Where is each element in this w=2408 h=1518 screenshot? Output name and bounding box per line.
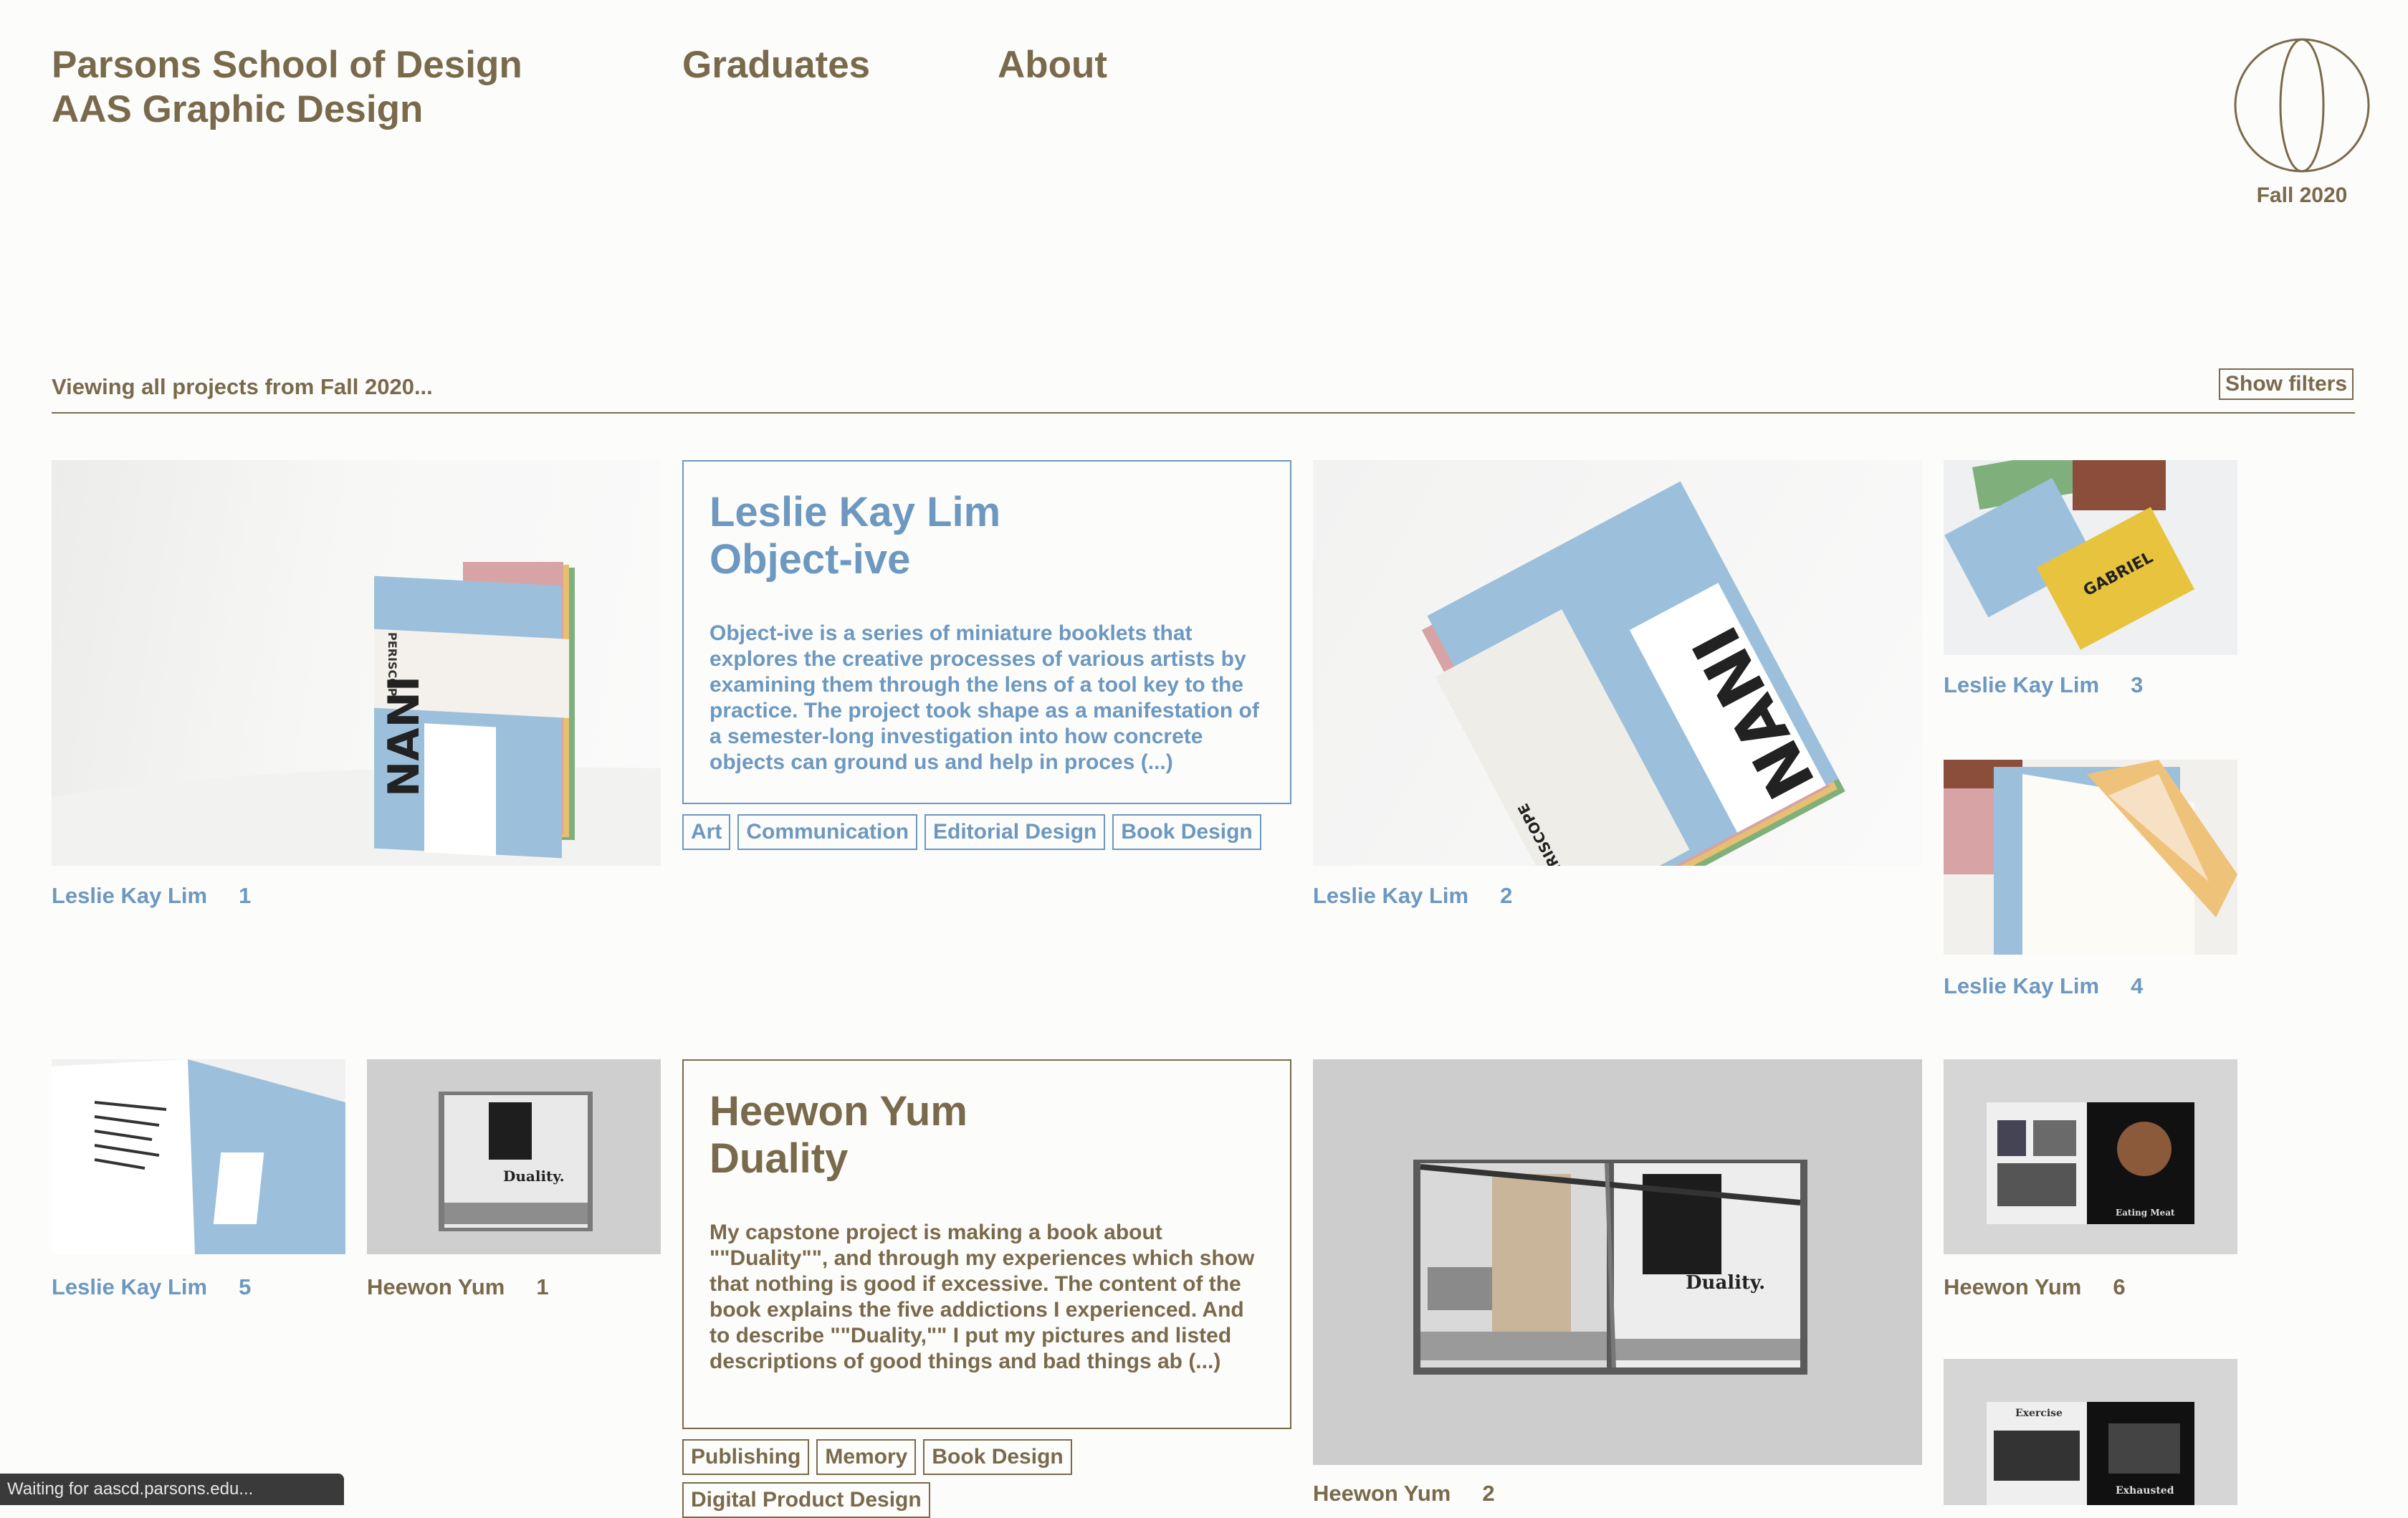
booklet-image: GABRIEL	[1944, 460, 2194, 650]
image-eating-meat-text: Eating Meat	[2116, 1208, 2175, 1218]
booklet-image: PERISCOPE NANI	[52, 562, 661, 866]
thumb-student: Leslie Kay Lim	[1944, 672, 2100, 697]
tag[interactable]: Digital Product Design	[682, 1482, 930, 1518]
project-description: Object-ive is a series of miniature book…	[710, 621, 1259, 774]
book-spread-image: Eating Meat	[1987, 1102, 2194, 1224]
image-exhausted-text: Exhausted	[2116, 1485, 2174, 1496]
tag-list: Publishing Memory Book Design Digital Pr…	[682, 1439, 1299, 1518]
thumb-number: 1	[239, 883, 252, 908]
nav-about[interactable]: About	[998, 43, 1107, 87]
thumb-number: 6	[2113, 1274, 2126, 1299]
tag[interactable]: Memory	[816, 1439, 917, 1475]
thumb-number: 2	[1500, 883, 1513, 908]
browser-status-bar: Waiting for aascd.parsons.edu...	[0, 1474, 344, 1505]
image-duality-text: Duality.	[503, 1168, 565, 1185]
booklet-image: PERISCOPE NANI	[1421, 481, 1845, 866]
thumb-student: Leslie Kay Lim	[52, 1274, 208, 1299]
project-card[interactable]: Leslie Kay Lim Object-ive Object-ive is …	[682, 460, 1291, 804]
thumb-caption[interactable]: Heewon Yum 2	[1313, 1481, 1495, 1507]
site-title[interactable]: Parsons School of Design AAS Graphic Des…	[52, 43, 522, 132]
nav-graduates[interactable]: Graduates	[682, 43, 870, 87]
booklet-image	[52, 1059, 345, 1254]
thumb-student: Heewon Yum	[1944, 1274, 2082, 1299]
thumb-number: 5	[239, 1274, 252, 1299]
project-thumb[interactable]: Exercise Exhausted	[1944, 1359, 2237, 1505]
thumb-caption[interactable]: Leslie Kay Lim 1	[52, 883, 251, 909]
project-thumb[interactable]: PERISCOPE NANI	[1313, 460, 1922, 866]
project-title: Object-ive	[710, 536, 911, 583]
project-thumb[interactable]: Duality.	[1313, 1059, 1922, 1465]
thumb-number: 1	[536, 1274, 549, 1299]
tag[interactable]: Communication	[737, 814, 918, 850]
tag[interactable]: Book Design	[1112, 814, 1261, 850]
book-image: Duality.	[439, 1092, 593, 1231]
semester-label: Fall 2020	[2256, 183, 2348, 207]
thumb-student: Leslie Kay Lim	[1313, 883, 1469, 908]
project-thumb[interactable]: GABRIEL	[1944, 460, 2237, 655]
viewing-label: Viewing all projects from Fall 2020...	[52, 374, 433, 399]
project-thumb[interactable]	[52, 1059, 345, 1254]
book-spread-image: Duality.	[1413, 1160, 1807, 1375]
project-thumb[interactable]: Duality.	[367, 1059, 661, 1254]
project-thumb[interactable]	[1944, 760, 2237, 955]
site-title-line2: AAS Graphic Design	[52, 88, 424, 130]
project-student: Heewon Yum	[710, 1088, 968, 1135]
tag-list: Art Communication Editorial Design Book …	[682, 814, 1299, 850]
project-thumb[interactable]: Eating Meat	[1944, 1059, 2237, 1254]
thumb-number: 3	[2131, 672, 2144, 697]
tag[interactable]: Book Design	[923, 1439, 1072, 1475]
divider	[52, 412, 2355, 414]
booklet-image	[1944, 760, 2237, 955]
thumb-student: Leslie Kay Lim	[52, 883, 208, 908]
thumb-number: 2	[1482, 1481, 1495, 1506]
thumb-student: Heewon Yum	[1313, 1481, 1451, 1506]
tag[interactable]: Art	[682, 814, 731, 850]
image-exercise-text: Exercise	[2015, 1408, 2063, 1419]
image-duality-text: Duality.	[1686, 1272, 1765, 1294]
thumb-student: Leslie Kay Lim	[1944, 973, 2100, 998]
project-student: Leslie Kay Lim	[710, 489, 1001, 535]
thumb-caption[interactable]: Leslie Kay Lim 5	[52, 1274, 251, 1300]
project-thumb[interactable]: PERISCOPE NANI	[52, 460, 661, 866]
tag[interactable]: Editorial Design	[924, 814, 1106, 850]
project-description: My capstone project is making a book abo…	[710, 1221, 1255, 1373]
thumb-caption[interactable]: Leslie Kay Lim 2	[1313, 883, 1512, 909]
book-spread-image: Exercise Exhausted	[1987, 1402, 2194, 1505]
project-card[interactable]: Heewon Yum Duality My capstone project i…	[682, 1059, 1291, 1429]
thumb-caption[interactable]: Heewon Yum 6	[1944, 1274, 2126, 1300]
thumb-caption[interactable]: Leslie Kay Lim 3	[1944, 672, 2143, 698]
thumb-caption[interactable]: Leslie Kay Lim 4	[1944, 973, 2143, 999]
tag[interactable]: Publishing	[682, 1439, 810, 1475]
thumb-number: 4	[2131, 973, 2144, 998]
globe-icon[interactable]	[2233, 37, 2371, 173]
site-title-line1: Parsons School of Design	[52, 44, 522, 86]
image-nani-text: NANI	[379, 676, 429, 797]
show-filters-button[interactable]: Show filters	[2219, 368, 2354, 400]
project-title: Duality	[710, 1135, 849, 1182]
thumb-student: Heewon Yum	[367, 1274, 505, 1299]
thumb-caption[interactable]: Heewon Yum 1	[367, 1274, 549, 1300]
